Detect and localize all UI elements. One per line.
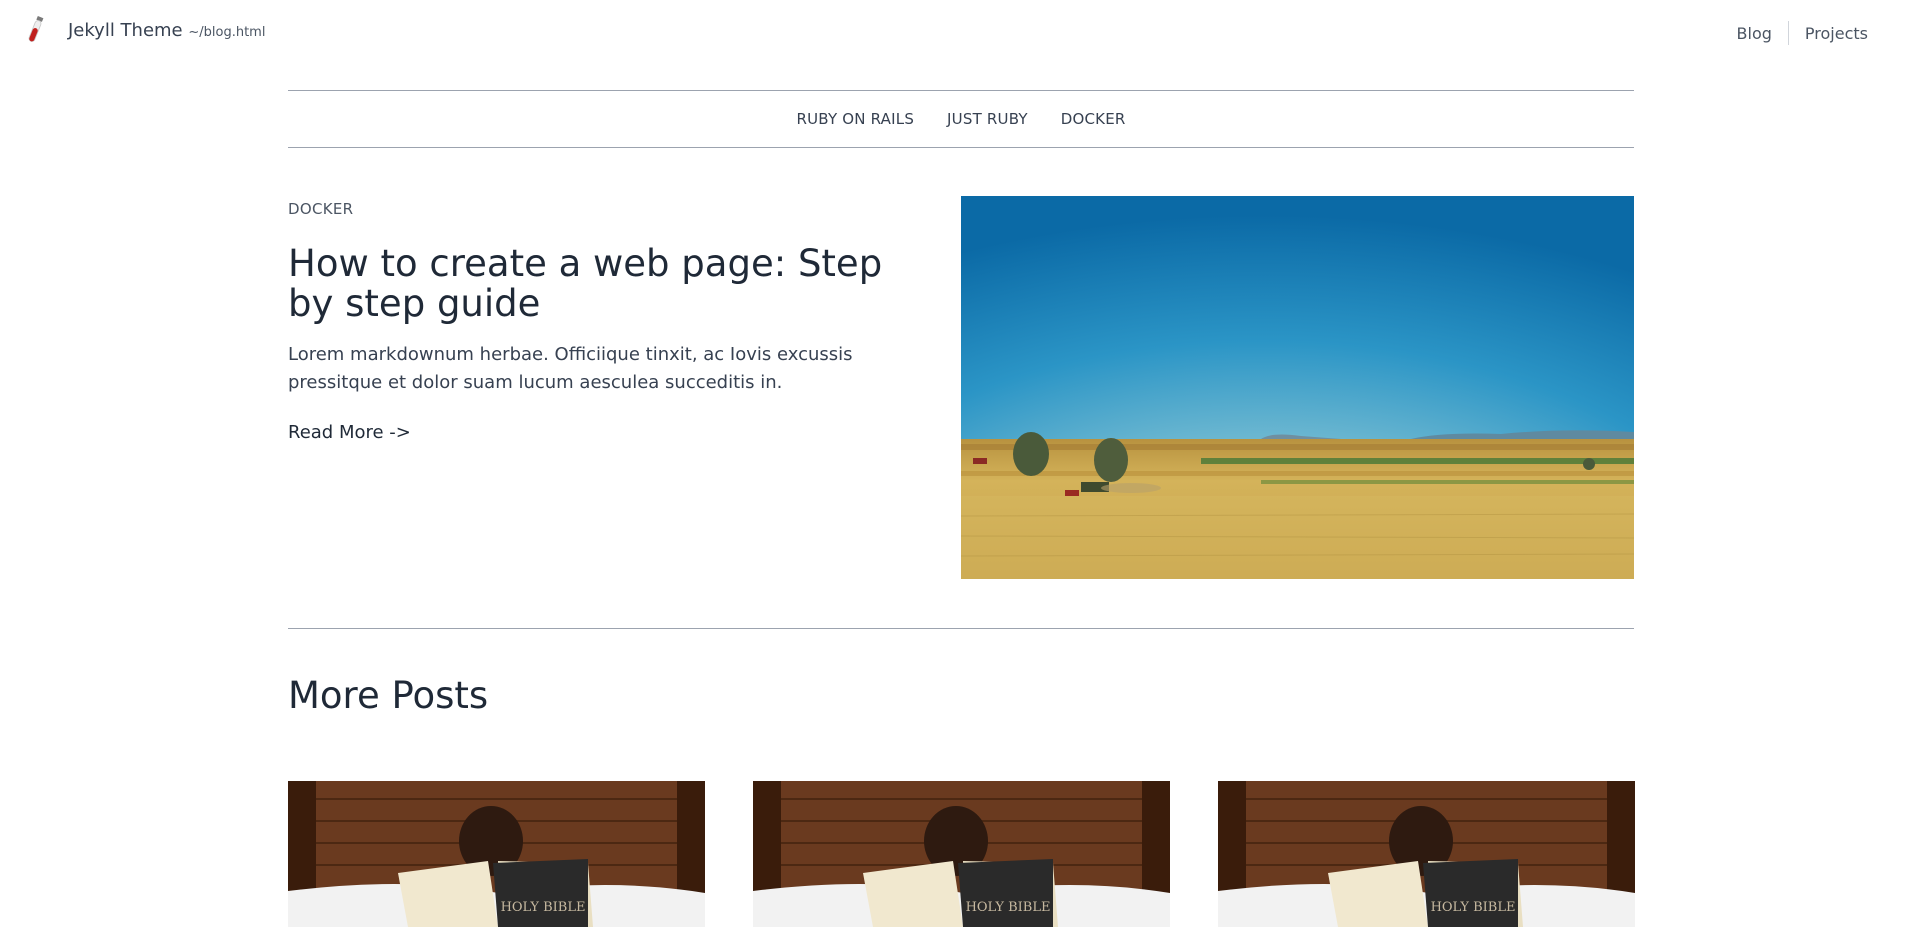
category-just-ruby[interactable]: JUST RUBY (947, 110, 1028, 128)
more-posts-title: More Posts (288, 674, 489, 717)
featured-category: DOCKER (288, 200, 354, 218)
read-more-link[interactable]: Read More -> (288, 422, 411, 443)
top-bar: Jekyll Theme ~/blog.html Blog Projects (0, 0, 1919, 62)
nav-projects-link[interactable]: Projects (1789, 24, 1884, 43)
featured-image[interactable] (961, 196, 1634, 579)
post-card[interactable]: HOLY BIBLE (753, 781, 1170, 927)
bible-reading-image: HOLY BIBLE (1218, 781, 1635, 927)
post-card[interactable]: HOLY BIBLE (1218, 781, 1635, 927)
category-ruby-on-rails[interactable]: RUBY ON RAILS (796, 110, 914, 128)
section-divider (288, 628, 1634, 629)
book-cover-text: HOLY BIBLE (1431, 900, 1516, 915)
category-docker[interactable]: DOCKER (1061, 110, 1126, 128)
bible-reading-image: HOLY BIBLE (288, 781, 705, 927)
brand-path: ~/blog.html (188, 25, 266, 40)
nav-blog-link[interactable]: Blog (1721, 24, 1788, 43)
test-tube-icon[interactable] (24, 14, 46, 48)
book-cover-text: HOLY BIBLE (966, 900, 1051, 915)
wheat-field-illustration (961, 196, 1634, 579)
bible-reading-image: HOLY BIBLE (753, 781, 1170, 927)
category-nav: RUBY ON RAILS JUST RUBY DOCKER (288, 90, 1634, 148)
top-nav: Blog Projects (1721, 21, 1884, 45)
brand-link[interactable]: Jekyll Theme ~/blog.html (68, 20, 265, 41)
post-card[interactable]: HOLY BIBLE (288, 781, 705, 927)
post-cards: HOLY BIBLE HOLY BIBLE HOLY BIBLE (288, 781, 1635, 927)
featured-title[interactable]: How to create a web page: Step by step g… (288, 244, 888, 324)
brand-name: Jekyll Theme (68, 20, 183, 41)
featured-excerpt: Lorem markdownum herbae. Officiique tinx… (288, 344, 853, 393)
featured-post: DOCKER How to create a web page: Step by… (288, 196, 1634, 579)
book-cover-text: HOLY BIBLE (501, 900, 586, 915)
